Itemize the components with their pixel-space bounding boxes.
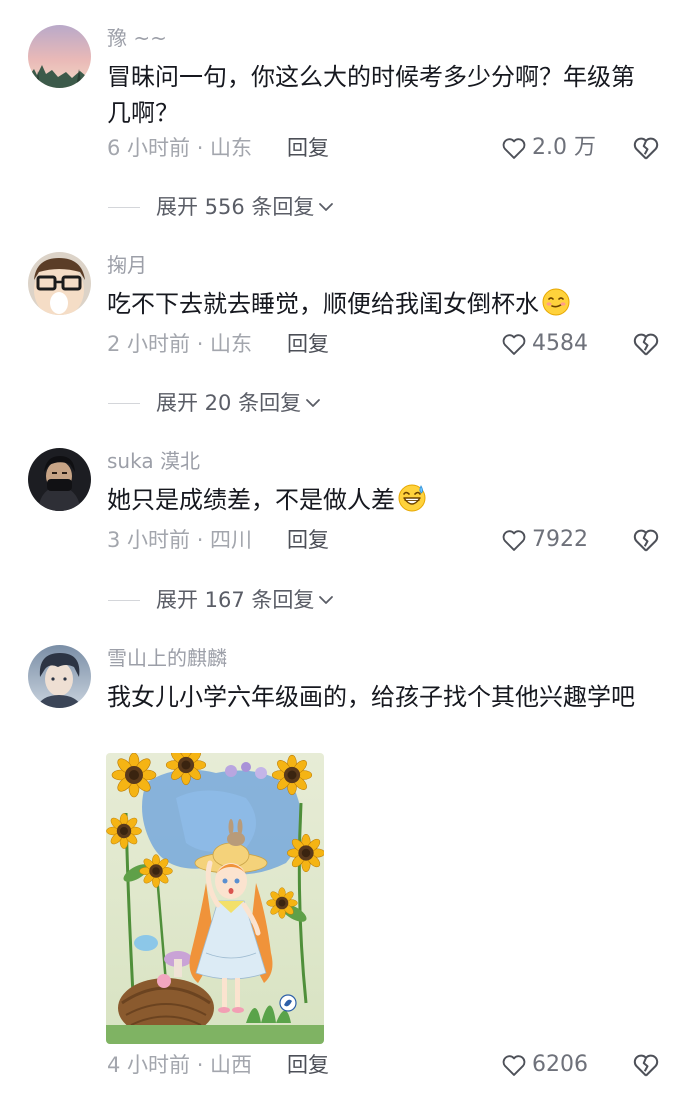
- expand-replies-button[interactable]: 展开 167 条回复: [108, 586, 336, 614]
- comment-text: 吃不下去就去睡觉，顺便给我闺女倒杯水: [107, 286, 647, 322]
- expand-label: 展开 556 条回复: [156, 195, 315, 219]
- heart-outline-icon: [502, 138, 526, 159]
- like-button[interactable]: 2.0 万: [500, 134, 596, 162]
- heart-outline-icon: [502, 334, 526, 355]
- like-count: 7922: [532, 527, 588, 552]
- like-count: 2.0 万: [532, 135, 596, 160]
- like-button[interactable]: 4584: [500, 330, 588, 358]
- comment-text-content: 吃不下去就去睡觉，顺便给我闺女倒杯水: [107, 290, 539, 318]
- username[interactable]: suka 漠北: [107, 448, 200, 474]
- divider: [108, 402, 140, 404]
- like-button[interactable]: 6206: [500, 1051, 588, 1079]
- heart-outline-icon: [502, 1055, 526, 1076]
- expand-replies-button[interactable]: 展开 20 条回复: [108, 389, 323, 417]
- dislike-button[interactable]: [631, 329, 661, 359]
- reply-button[interactable]: 回复: [287, 526, 329, 554]
- expand-label: 展开 167 条回复: [156, 588, 315, 612]
- broken-heart-icon: [633, 333, 659, 356]
- dislike-button[interactable]: [631, 525, 661, 555]
- username[interactable]: 掬月: [107, 252, 147, 278]
- like-count: 4584: [532, 331, 588, 356]
- like-count: 6206: [532, 1052, 588, 1077]
- dislike-button[interactable]: [631, 133, 661, 163]
- avatar[interactable]: [28, 252, 91, 315]
- username[interactable]: 豫 ~~: [107, 25, 167, 51]
- expand-label: 展开 20 条回复: [156, 391, 302, 415]
- reply-button[interactable]: 回复: [287, 1051, 329, 1079]
- broken-heart-icon: [633, 137, 659, 160]
- chevron-down-icon: [319, 203, 334, 211]
- comment-text: 她只是成绩差，不是做人差: [107, 482, 647, 518]
- broken-heart-icon: [633, 529, 659, 552]
- comment-meta: 3 小时前 · 四川: [107, 528, 253, 552]
- expand-replies-button[interactable]: 展开 556 条回复: [108, 193, 336, 221]
- chevron-down-icon: [319, 596, 334, 604]
- reply-button[interactable]: 回复: [287, 330, 329, 358]
- like-button[interactable]: 7922: [500, 526, 588, 554]
- avatar[interactable]: [28, 645, 91, 708]
- chevron-down-icon: [306, 399, 320, 407]
- smirk-emoji: [541, 287, 571, 317]
- broken-heart-icon: [633, 1054, 659, 1077]
- comment-item: 豫 ~~ 冒昧问一句，你这么大的时候考多少分啊？年级第几啊？ 6 小时前 · 山…: [0, 25, 690, 175]
- divider: [108, 206, 140, 208]
- grin-sweat-emoji: [397, 483, 427, 513]
- divider: [108, 599, 140, 601]
- comment-item: 掬月 吃不下去就去睡觉，顺便给我闺女倒杯水 2 小时前 · 山东 回复 4584: [0, 252, 690, 367]
- reply-button[interactable]: 回复: [287, 134, 329, 162]
- comment-item: 雪山上的麒麟 我女儿小学六年级画的，给孩子找个其他兴趣学吧 4 小时前 · 山西…: [0, 645, 690, 1085]
- avatar[interactable]: [28, 25, 91, 88]
- dislike-button[interactable]: [631, 1050, 661, 1080]
- avatar[interactable]: [28, 448, 91, 511]
- comment-text: 我女儿小学六年级画的，给孩子找个其他兴趣学吧: [107, 683, 635, 711]
- heart-outline-icon: [502, 530, 526, 551]
- username[interactable]: 雪山上的麒麟: [107, 645, 227, 671]
- comment-meta: 4 小时前 · 山西: [107, 1053, 253, 1077]
- comment-meta: 2 小时前 · 山东: [107, 332, 253, 356]
- comment-meta: 6 小时前 · 山东: [107, 136, 253, 160]
- comment-text-content: 她只是成绩差，不是做人差: [107, 486, 395, 514]
- comment-text: 冒昧问一句，你这么大的时候考多少分啊？年级第几啊？: [107, 63, 635, 127]
- comment-item: suka 漠北 她只是成绩差，不是做人差 3 小时前 · 四川 回复 7922: [0, 448, 690, 563]
- sunflower-girl-drawing[interactable]: [106, 753, 324, 1044]
